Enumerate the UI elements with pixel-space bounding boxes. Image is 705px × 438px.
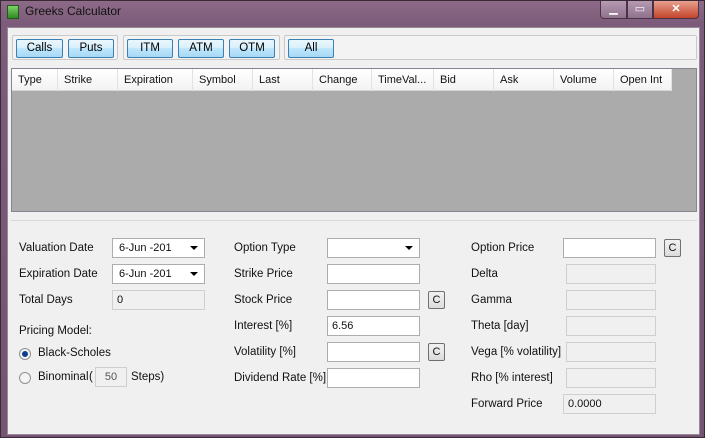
gamma-field — [566, 290, 656, 310]
option-price-calc-button[interactable]: C — [664, 239, 681, 257]
option-type-select[interactable] — [327, 238, 420, 258]
steps-label: Steps) — [131, 371, 165, 383]
options-grid[interactable]: Type Strike Expiration Symbol Last Chang… — [11, 68, 697, 212]
column-header-open-int[interactable]: Open Int — [614, 69, 672, 91]
binominal-label[interactable]: Binominal — [38, 371, 89, 383]
dropdown-arrow-icon[interactable] — [190, 246, 198, 250]
calls-button[interactable]: Calls — [16, 39, 63, 58]
valuation-date-label: Valuation Date — [19, 242, 94, 254]
expiration-date-label: Expiration Date — [19, 268, 98, 280]
theta-label: Theta [day] — [471, 320, 529, 332]
option-price-field[interactable] — [563, 238, 656, 258]
client-area: Calls Puts ITM ATM OTM All Type Strike E… — [7, 27, 700, 435]
close-button[interactable]: ✕ — [653, 1, 699, 19]
valuation-date-value: 6-Jun -201 — [119, 242, 172, 254]
column-header-ask[interactable]: Ask — [494, 69, 554, 91]
moneyness-group: ITM ATM OTM — [123, 35, 280, 60]
column-header-timeval[interactable]: TimeVal... — [372, 69, 434, 91]
expiration-date-value: 6-Jun -201 — [119, 268, 172, 280]
gamma-label: Gamma — [471, 294, 512, 306]
all-group: All — [284, 35, 697, 60]
dividend-rate-label: Dividend Rate [%] — [234, 372, 327, 384]
column-header-strike[interactable]: Strike — [58, 69, 118, 91]
column-header-expiration[interactable]: Expiration — [118, 69, 193, 91]
total-days-label: Total Days — [19, 294, 73, 306]
black-scholes-label[interactable]: Black-Scholes — [38, 347, 111, 359]
forward-price-label: Forward Price — [471, 398, 543, 410]
column-header-type[interactable]: Type — [12, 69, 58, 91]
otm-button[interactable]: OTM — [229, 39, 275, 58]
column-header-bid[interactable]: Bid — [434, 69, 494, 91]
interest-label: Interest [%] — [234, 320, 293, 332]
volatility-calc-button[interactable]: C — [428, 343, 445, 361]
puts-button[interactable]: Puts — [68, 39, 114, 58]
black-scholes-radio[interactable] — [19, 348, 31, 360]
column-header-symbol[interactable]: Symbol — [193, 69, 253, 91]
option-price-label: Option Price — [471, 242, 535, 254]
valuation-date-picker[interactable]: 6-Jun -201 — [112, 238, 205, 258]
volatility-field[interactable] — [327, 342, 420, 362]
option-type-label: Option Type — [234, 242, 296, 254]
pricing-model-label: Pricing Model: — [19, 325, 92, 337]
delta-field — [566, 264, 656, 284]
dropdown-arrow-icon[interactable] — [405, 246, 413, 250]
rho-label: Rho [% interest] — [471, 372, 553, 384]
steps-open-paren: ( — [89, 371, 93, 383]
interest-field[interactable]: 6.56 — [327, 316, 420, 336]
grid-header: Type Strike Expiration Symbol Last Chang… — [12, 69, 672, 91]
app-icon — [7, 5, 19, 19]
delta-label: Delta — [471, 268, 498, 280]
window-title: Greeks Calculator — [25, 4, 122, 18]
vega-field — [566, 342, 656, 362]
title-bar[interactable]: Greeks Calculator ▁ ▭ ✕ — [1, 1, 704, 23]
total-days-field: 0 — [112, 290, 205, 310]
column-header-last[interactable]: Last — [253, 69, 313, 91]
minimize-button[interactable]: ▁ — [600, 1, 627, 19]
stock-price-calc-button[interactable]: C — [428, 291, 445, 309]
steps-field[interactable]: 50 — [95, 367, 127, 387]
strike-price-field[interactable] — [327, 264, 420, 284]
stock-price-field[interactable] — [327, 290, 420, 310]
maximize-button[interactable]: ▭ — [627, 1, 653, 19]
app-window: Greeks Calculator ▁ ▭ ✕ Calls Puts ITM A… — [0, 0, 705, 438]
volatility-label: Volatility [%] — [234, 346, 296, 358]
vega-label: Vega [% volatility] — [471, 346, 562, 358]
column-header-volume[interactable]: Volume — [554, 69, 614, 91]
all-button[interactable]: All — [288, 39, 334, 58]
binominal-radio[interactable] — [19, 372, 31, 384]
stock-price-label: Stock Price — [234, 294, 293, 306]
column-header-change[interactable]: Change — [313, 69, 372, 91]
rho-field — [566, 368, 656, 388]
atm-button[interactable]: ATM — [178, 39, 224, 58]
theta-field — [566, 316, 656, 336]
dropdown-arrow-icon[interactable] — [190, 272, 198, 276]
expiration-date-picker[interactable]: 6-Jun -201 — [112, 264, 205, 284]
forward-price-field: 0.0000 — [563, 394, 656, 414]
call-put-group: Calls Puts — [12, 35, 118, 60]
itm-button[interactable]: ITM — [127, 39, 173, 58]
strike-price-label: Strike Price — [234, 268, 293, 280]
dividend-rate-field[interactable] — [327, 368, 420, 388]
section-divider — [11, 220, 697, 221]
